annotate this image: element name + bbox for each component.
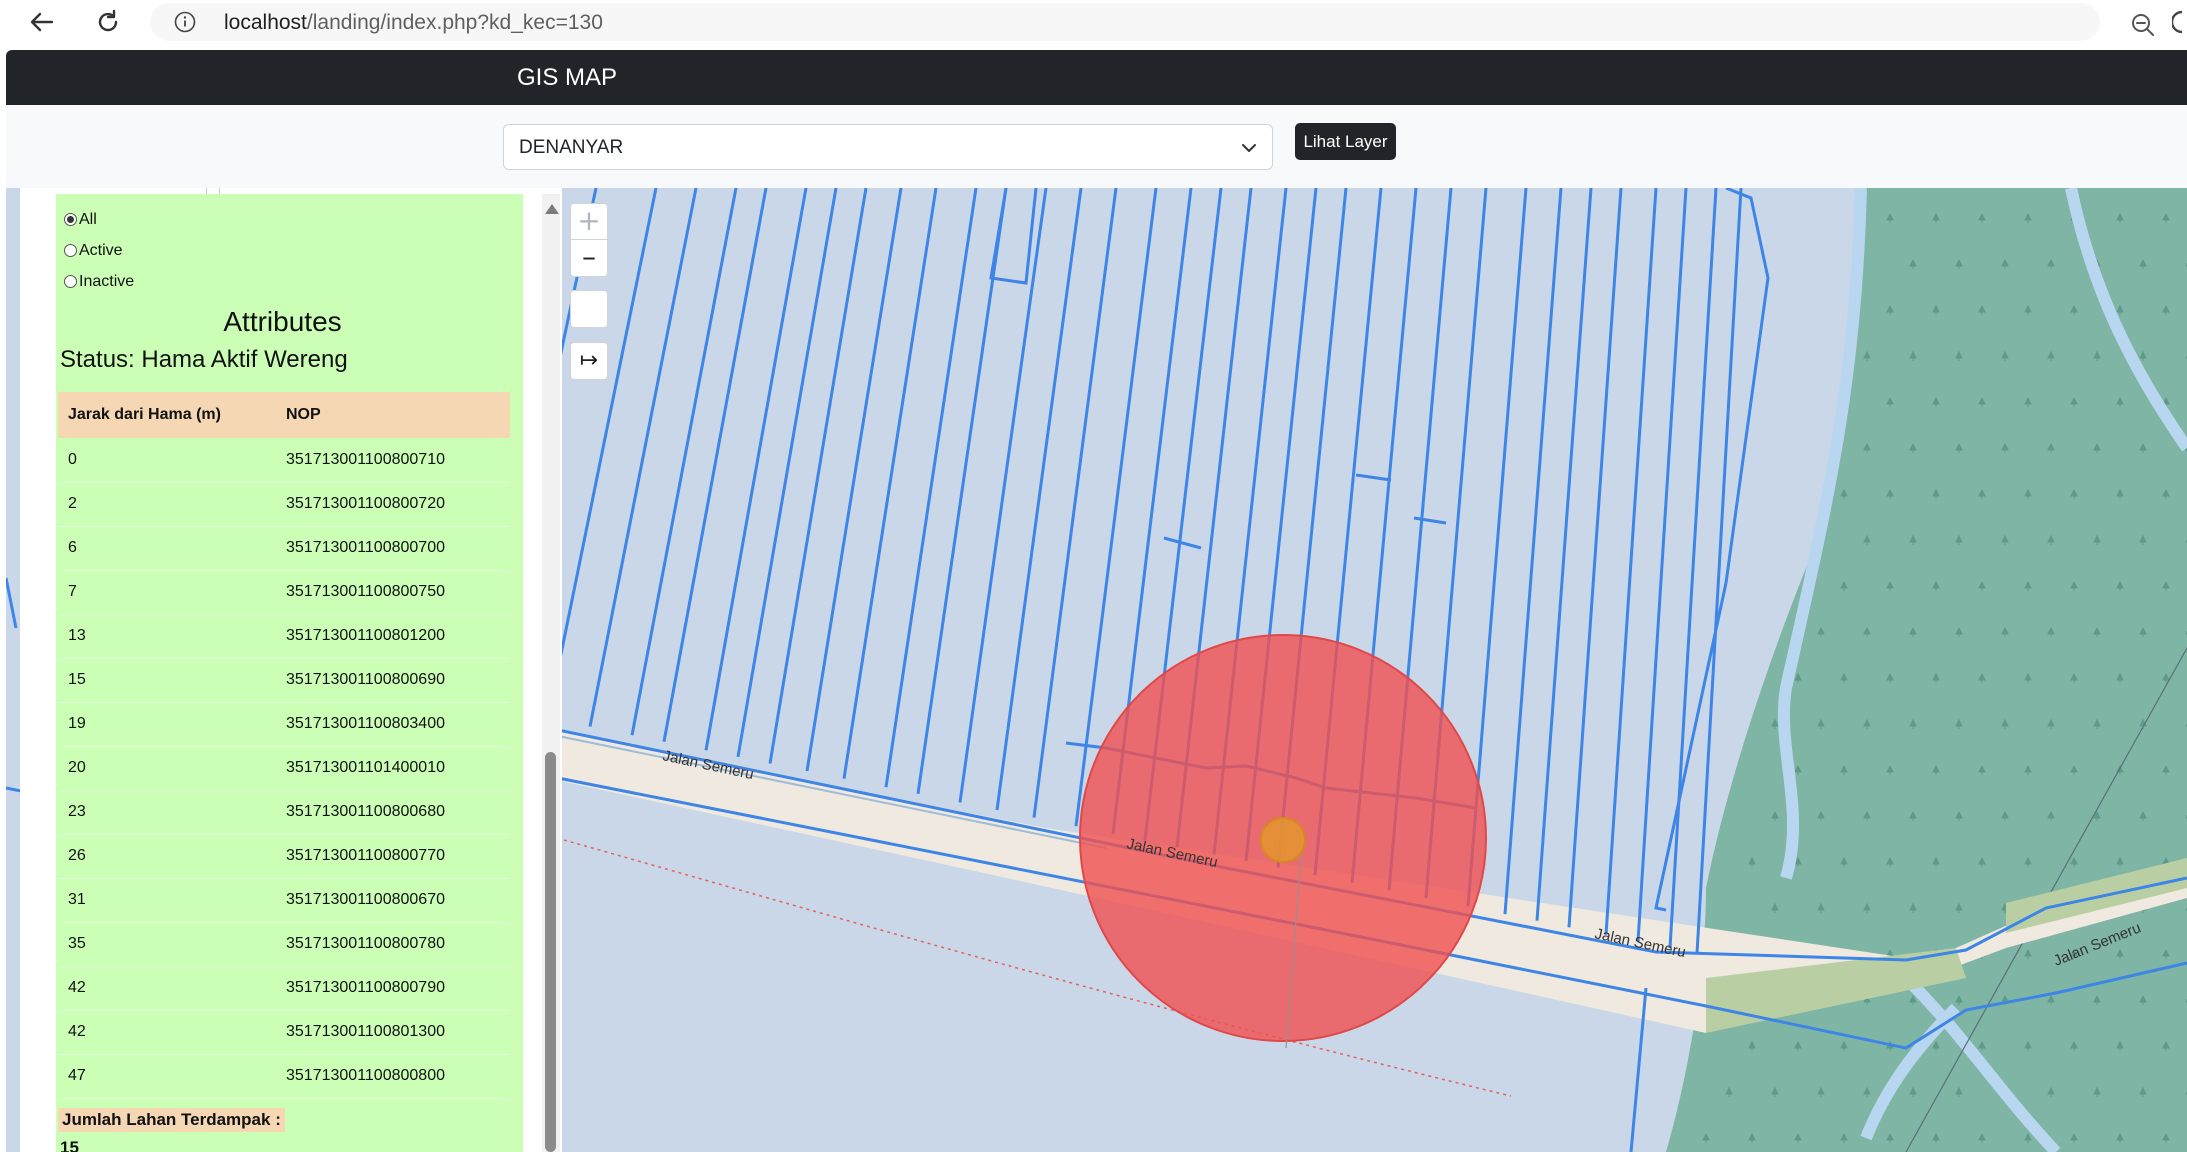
table-row: 0 351713001100800710 bbox=[58, 438, 510, 483]
url-host: localhost bbox=[224, 11, 307, 34]
cell-jarak: 42 bbox=[58, 1010, 276, 1055]
cell-nop: 351713001100800800 bbox=[276, 1054, 510, 1099]
browser-menu-icon[interactable] bbox=[2170, 10, 2184, 34]
cell-jarak: 20 bbox=[58, 746, 276, 791]
reload-icon[interactable] bbox=[90, 4, 126, 40]
zoom-out-icon[interactable] bbox=[2128, 10, 2158, 40]
back-icon[interactable] bbox=[24, 4, 60, 40]
cell-jarak: 19 bbox=[58, 702, 276, 747]
radio-label: Inactive bbox=[79, 272, 135, 290]
app-window: GIS MAP DENANYAR Lihat Layer Jalan Semer… bbox=[6, 50, 2187, 1152]
table-row: 20 351713001101400010 bbox=[58, 746, 510, 791]
radio-active[interactable]: Active bbox=[64, 235, 134, 266]
browser-toolbar: localhost/landing/index.php?kd_kec=130 bbox=[0, 0, 2187, 44]
cell-nop: 351713001100800770 bbox=[276, 834, 510, 879]
cell-nop: 351713001100800790 bbox=[276, 966, 510, 1011]
cell-jarak: 35 bbox=[58, 922, 276, 967]
kecamatan-select[interactable]: DENANYAR bbox=[503, 124, 1273, 170]
cell-nop: 351713001101400010 bbox=[276, 746, 510, 791]
cell-nop: 351713001100800720 bbox=[276, 482, 510, 527]
table-header-row: Jarak dari Hama (m) NOP bbox=[58, 392, 510, 438]
cell-jarak: 0 bbox=[58, 438, 276, 483]
navbar-brand[interactable]: GIS MAP bbox=[517, 64, 617, 92]
address-bar[interactable]: localhost/landing/index.php?kd_kec=130 bbox=[150, 3, 2154, 41]
cell-jarak: 47 bbox=[58, 1054, 276, 1099]
cell-nop: 351713001100801200 bbox=[276, 614, 510, 659]
zoom-to-extent-button[interactable]: ↦ bbox=[570, 342, 608, 380]
table-row: 42 351713001100801300 bbox=[58, 1010, 510, 1055]
url-path: /landing/index.php?kd_kec=130 bbox=[306, 11, 603, 34]
radio-label: All bbox=[79, 210, 97, 228]
cell-nop: 351713001100800680 bbox=[276, 790, 510, 835]
table-row: 19 351713001100803400 bbox=[58, 702, 510, 747]
table-row: 13 351713001100801200 bbox=[58, 614, 510, 659]
column-header-nop: NOP bbox=[276, 392, 510, 438]
cell-jarak: 15 bbox=[58, 658, 276, 703]
zoom-in-button[interactable]: + bbox=[571, 204, 607, 240]
radio-button[interactable] bbox=[64, 244, 77, 257]
cell-nop: 351713001100801300 bbox=[276, 1010, 510, 1055]
scrollbar-thumb[interactable] bbox=[545, 752, 556, 1152]
cell-jarak: 2 bbox=[58, 482, 276, 527]
cell-jarak: 6 bbox=[58, 526, 276, 571]
table-row: 6 351713001100800700 bbox=[58, 526, 510, 571]
table-row: 31 351713001100800670 bbox=[58, 878, 510, 923]
radio-all[interactable]: All bbox=[64, 204, 134, 235]
status-filter: All Active Inactive bbox=[64, 204, 134, 297]
attribute-table: Jarak dari Hama (m) NOP 0 351713001100800… bbox=[58, 392, 510, 1099]
attributes-title: Attributes bbox=[223, 306, 342, 337]
panel-scrollbar[interactable] bbox=[542, 194, 560, 1152]
total-affected-label: Jumlah Lahan Terdampak : bbox=[58, 1108, 285, 1132]
table-row: 47 351713001100800800 bbox=[58, 1054, 510, 1099]
cell-jarak: 31 bbox=[58, 878, 276, 923]
map-control-button[interactable] bbox=[570, 290, 608, 328]
cell-jarak: 13 bbox=[58, 614, 276, 659]
cell-jarak: 26 bbox=[58, 834, 276, 879]
cell-jarak: 7 bbox=[58, 570, 276, 615]
radio-inactive[interactable]: Inactive bbox=[64, 266, 134, 297]
navbar: GIS MAP bbox=[6, 50, 2187, 105]
chevron-down-icon bbox=[1240, 139, 1258, 157]
table-row: 15 351713001100800690 bbox=[58, 658, 510, 703]
pest-point-marker[interactable] bbox=[1260, 817, 1306, 863]
table-row: 2 351713001100800720 bbox=[58, 482, 510, 527]
cell-nop: 351713001100803400 bbox=[276, 702, 510, 747]
site-info-icon[interactable] bbox=[174, 11, 196, 33]
radio-button[interactable] bbox=[64, 275, 77, 288]
cell-nop: 351713001100800710 bbox=[276, 438, 510, 483]
cell-nop: 351713001100800700 bbox=[276, 526, 510, 571]
map-view[interactable]: Jalan Semeru Jalan Semeru Jalan Semeru J… bbox=[6, 188, 2187, 1152]
attribute-panel-content: All Active Inactive Attributes Status: H… bbox=[56, 194, 523, 1152]
total-affected-value: 15 bbox=[60, 1138, 79, 1152]
table-row: 23 351713001100800680 bbox=[58, 790, 510, 835]
cell-nop: 351713001100800670 bbox=[276, 878, 510, 923]
zoom-controls: + – bbox=[570, 203, 608, 277]
cell-jarak: 23 bbox=[58, 790, 276, 835]
url-text[interactable]: localhost/landing/index.php?kd_kec=130 bbox=[224, 11, 603, 35]
zoom-out-button[interactable]: – bbox=[571, 240, 607, 276]
cell-nop: 351713001100800690 bbox=[276, 658, 510, 703]
cell-nop: 351713001100800750 bbox=[276, 570, 510, 615]
scroll-up-arrow-icon[interactable] bbox=[545, 204, 559, 214]
cell-jarak: 42 bbox=[58, 966, 276, 1011]
column-header-jarak: Jarak dari Hama (m) bbox=[58, 392, 276, 438]
table-row: 35 351713001100800780 bbox=[58, 922, 510, 967]
attribute-panel: All Active Inactive Attributes Status: H… bbox=[20, 188, 562, 1152]
cell-nop: 351713001100800780 bbox=[276, 922, 510, 967]
lihat-layer-button[interactable]: Lihat Layer bbox=[1295, 123, 1396, 160]
status-text: Status: Hama Aktif Wereng bbox=[60, 346, 348, 373]
radio-button[interactable] bbox=[64, 213, 77, 226]
table-row: 42 351713001100800790 bbox=[58, 966, 510, 1011]
radio-label: Active bbox=[79, 241, 123, 259]
kecamatan-select-value: DENANYAR bbox=[519, 137, 624, 158]
table-row: 7 351713001100800750 bbox=[58, 570, 510, 615]
table-row: 26 351713001100800770 bbox=[58, 834, 510, 879]
